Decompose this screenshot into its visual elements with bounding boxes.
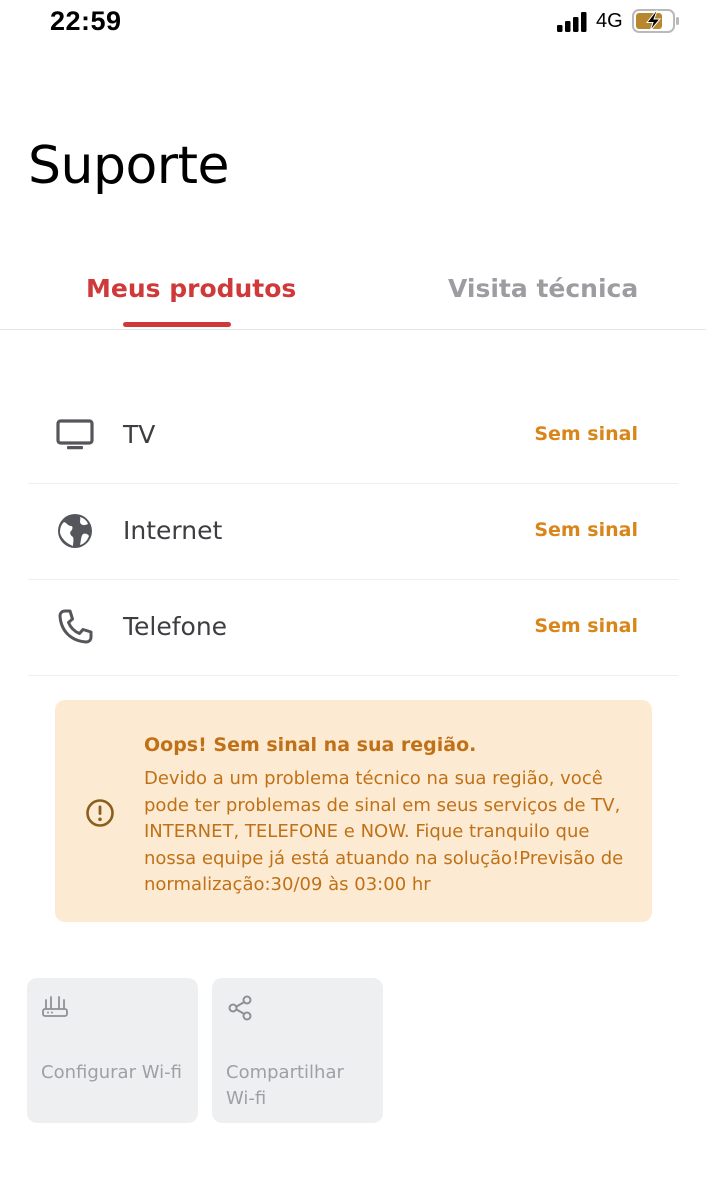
signal-bars-icon [557, 12, 587, 32]
product-label-telefone: Telefone [123, 612, 228, 641]
product-row-telefone[interactable]: Telefone Sem sinal [28, 580, 678, 676]
configure-wifi-button[interactable]: Configurar Wi-fi [27, 978, 198, 1123]
product-list: TV Sem sinal Internet Sem sinal Telefone… [28, 388, 678, 676]
alert-title: Oops! Sem sinal na sua região. [144, 734, 477, 756]
tab-bar: Meus produtos Visita técnica [0, 260, 706, 330]
phone-icon [58, 609, 93, 644]
globe-icon [58, 514, 92, 548]
warning-icon [86, 799, 114, 827]
signal-alert: Oops! Sem sinal na sua região. Devido a … [55, 700, 652, 922]
share-wifi-label: Compartilhar Wi-fi [226, 1062, 344, 1109]
product-status-tv: Sem sinal [534, 423, 638, 445]
product-row-internet[interactable]: Internet Sem sinal [28, 484, 678, 580]
share-wifi-button[interactable]: Compartilhar Wi-fi [212, 978, 383, 1123]
router-icon [42, 996, 68, 1017]
share-icon [228, 995, 252, 1021]
configure-wifi-label: Configurar Wi-fi [41, 1062, 182, 1083]
product-row-tv[interactable]: TV Sem sinal [28, 388, 678, 484]
product-status-telefone: Sem sinal [534, 615, 638, 637]
status-bar: 22:59 4G [0, 0, 706, 48]
page-title: Suporte [28, 136, 230, 196]
active-tab-indicator [123, 322, 231, 327]
tv-icon [56, 419, 94, 450]
tab-visita-tecnica[interactable]: Visita técnica [448, 274, 638, 303]
product-status-internet: Sem sinal [534, 519, 638, 541]
product-label-internet: Internet [123, 516, 223, 545]
alert-message: Devido a um problema técnico na sua regi… [144, 768, 624, 895]
network-type: 4G [596, 10, 623, 32]
product-label-tv: TV [123, 420, 156, 449]
battery-charging-icon [632, 9, 679, 33]
tab-meus-produtos[interactable]: Meus produtos [86, 274, 296, 303]
status-time: 22:59 [50, 6, 122, 36]
